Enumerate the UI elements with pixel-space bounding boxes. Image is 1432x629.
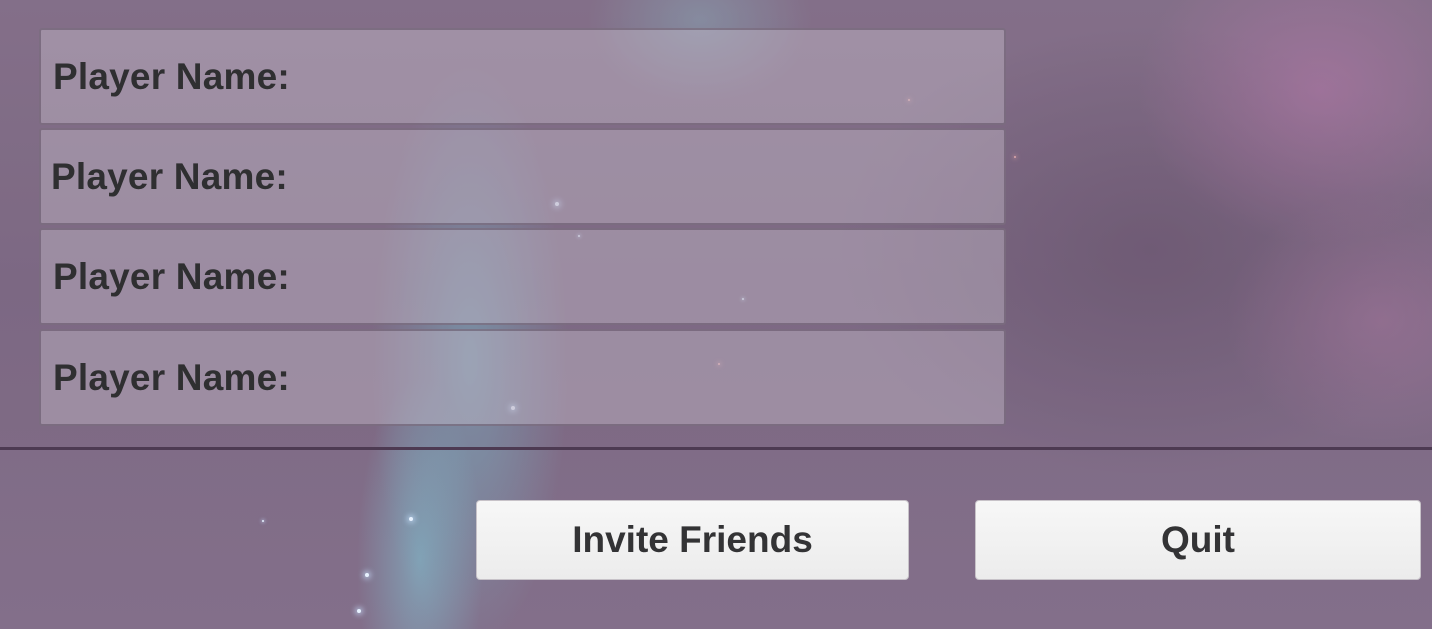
quit-button[interactable]: Quit — [975, 500, 1421, 580]
invite-friends-button[interactable]: Invite Friends — [476, 500, 909, 580]
player-name-label: Player Name: — [53, 356, 290, 398]
player-name-label: Player Name: — [53, 55, 290, 97]
player-list-panel: Player Name: Player Name: Player Name: P… — [0, 0, 1432, 450]
player-name-label: Player Name: — [53, 255, 290, 297]
player-slot-4: Player Name: — [39, 329, 1006, 426]
action-bar: Invite Friends Quit — [0, 453, 1432, 629]
player-slot-1: Player Name: — [39, 28, 1006, 125]
player-name-label: Player Name: — [51, 155, 288, 197]
player-slot-3: Player Name: — [39, 228, 1006, 325]
player-slot-2: Player Name: — [39, 128, 1006, 225]
